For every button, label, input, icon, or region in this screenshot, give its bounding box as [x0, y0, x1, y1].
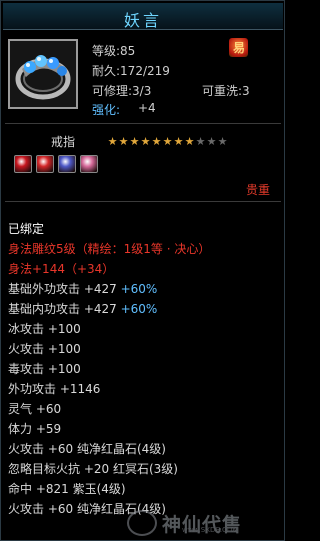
level-label: 等级:85 — [92, 44, 136, 58]
item-type-label: 戒指 — [51, 135, 76, 149]
star-icon: ★ — [118, 135, 129, 148]
star-icon: ★ — [140, 135, 151, 148]
star-icon: ★ — [206, 135, 217, 148]
attribute-text: 体力 +59 — [8, 422, 62, 436]
attribute-row: 基础内功攻击 +427 +60% — [8, 300, 282, 320]
pink-gem-icon — [80, 155, 98, 173]
attribute-row: 毒攻击 +100 — [8, 360, 282, 380]
attribute-row: 外功攻击 +1146 — [8, 380, 282, 400]
star-icon: ★ — [195, 135, 206, 148]
attribute-row: 忽略目标火抗 +20 红冥石(3级) — [8, 460, 282, 480]
attribute-text: 火攻击 +60 纯净红晶石(4级) — [8, 442, 166, 456]
attribute-row: 体力 +59 — [8, 420, 282, 440]
attribute-list: 已绑定 身法雕纹5级（精绘：1级1等 · 决心） 身法+144（+34） 基础外功攻… — [8, 220, 282, 520]
trade-badge-text: 易 — [233, 41, 246, 55]
star-icon: ★ — [129, 135, 140, 148]
star-icon: ★ — [217, 135, 228, 148]
attribute-row: 灵气 +60 — [8, 400, 282, 420]
bound-status: 已绑定 — [8, 222, 45, 236]
rewash-label: 可重洗:3 — [202, 84, 250, 98]
attribute-text: 基础内功攻击 +427 — [8, 302, 117, 316]
attribute-text: 外功攻击 +1146 — [8, 382, 101, 396]
attribute-bonus: +60% — [116, 302, 158, 316]
attribute-row: 火攻击 +60 纯净红晶石(4级) — [8, 440, 282, 460]
attribute-row: 身法+144（+34） — [8, 260, 282, 280]
divider — [5, 201, 281, 202]
item-tooltip-panel: 妖言 等级:85 耐久:172/219 可修理:3/3 可重洗:3 强化: +4… — [0, 0, 285, 541]
attribute-bonus: +60% — [116, 282, 158, 296]
attribute-text: 灵气 +60 — [8, 402, 62, 416]
star-icon: ★ — [151, 135, 162, 148]
attribute-text: 火攻击 +100 — [8, 342, 81, 356]
red-gem-icon — [36, 155, 54, 173]
repair-label: 可修理:3/3 — [92, 84, 152, 98]
star-icon: ★ — [107, 135, 118, 148]
enhance-label: 强化: — [92, 103, 121, 117]
divider — [5, 123, 281, 124]
attribute-row: 火攻击 +60 纯净红晶石(4级) — [8, 500, 282, 520]
attribute-text: 火攻击 +60 纯净红晶石(4级) — [8, 502, 166, 516]
attribute-row: 冰攻击 +100 — [8, 320, 282, 340]
attribute-text: 命中 +821 紫玉(4级) — [8, 482, 126, 496]
trade-badge-icon: 易 — [229, 38, 248, 57]
watermark-url: www.SXDS.COM — [182, 526, 239, 534]
attribute-text: 身法雕纹5级（精绘：1级1等 · 决心） — [8, 242, 211, 256]
attribute-text: 身法+144（+34） — [8, 262, 115, 276]
ring-with-blue-gems-icon — [8, 39, 78, 109]
quality-label: 贵重 — [245, 183, 270, 197]
star-icon: ★ — [184, 135, 195, 148]
gem-slots — [14, 155, 98, 173]
attribute-row: 火攻击 +100 — [8, 340, 282, 360]
attribute-text: 毒攻击 +100 — [8, 362, 81, 376]
star-icon: ★ — [162, 135, 173, 148]
item-title: 妖言 — [123, 11, 162, 30]
title-bar: 妖言 — [3, 3, 283, 30]
attribute-text: 忽略目标火抗 +20 红冥石(3级) — [8, 462, 178, 476]
red-gem-icon — [14, 155, 32, 173]
attribute-row: 命中 +821 紫玉(4级) — [8, 480, 282, 500]
enhance-value: +4 — [138, 101, 156, 115]
star-icon: ★ — [173, 135, 184, 148]
purple-blue-gem-icon — [58, 155, 76, 173]
attribute-text: 冰攻击 +100 — [8, 322, 81, 336]
star-rating: ★ ★ ★ ★ ★ ★ ★ ★ ★ ★ ★ — [107, 136, 228, 147]
durability-label: 耐久:172/219 — [92, 64, 170, 78]
attribute-row: 身法雕纹5级（精绘：1级1等 · 决心） — [8, 240, 282, 260]
attribute-row: 基础外功攻击 +427 +60% — [8, 280, 282, 300]
attribute-text: 基础外功攻击 +427 — [8, 282, 117, 296]
